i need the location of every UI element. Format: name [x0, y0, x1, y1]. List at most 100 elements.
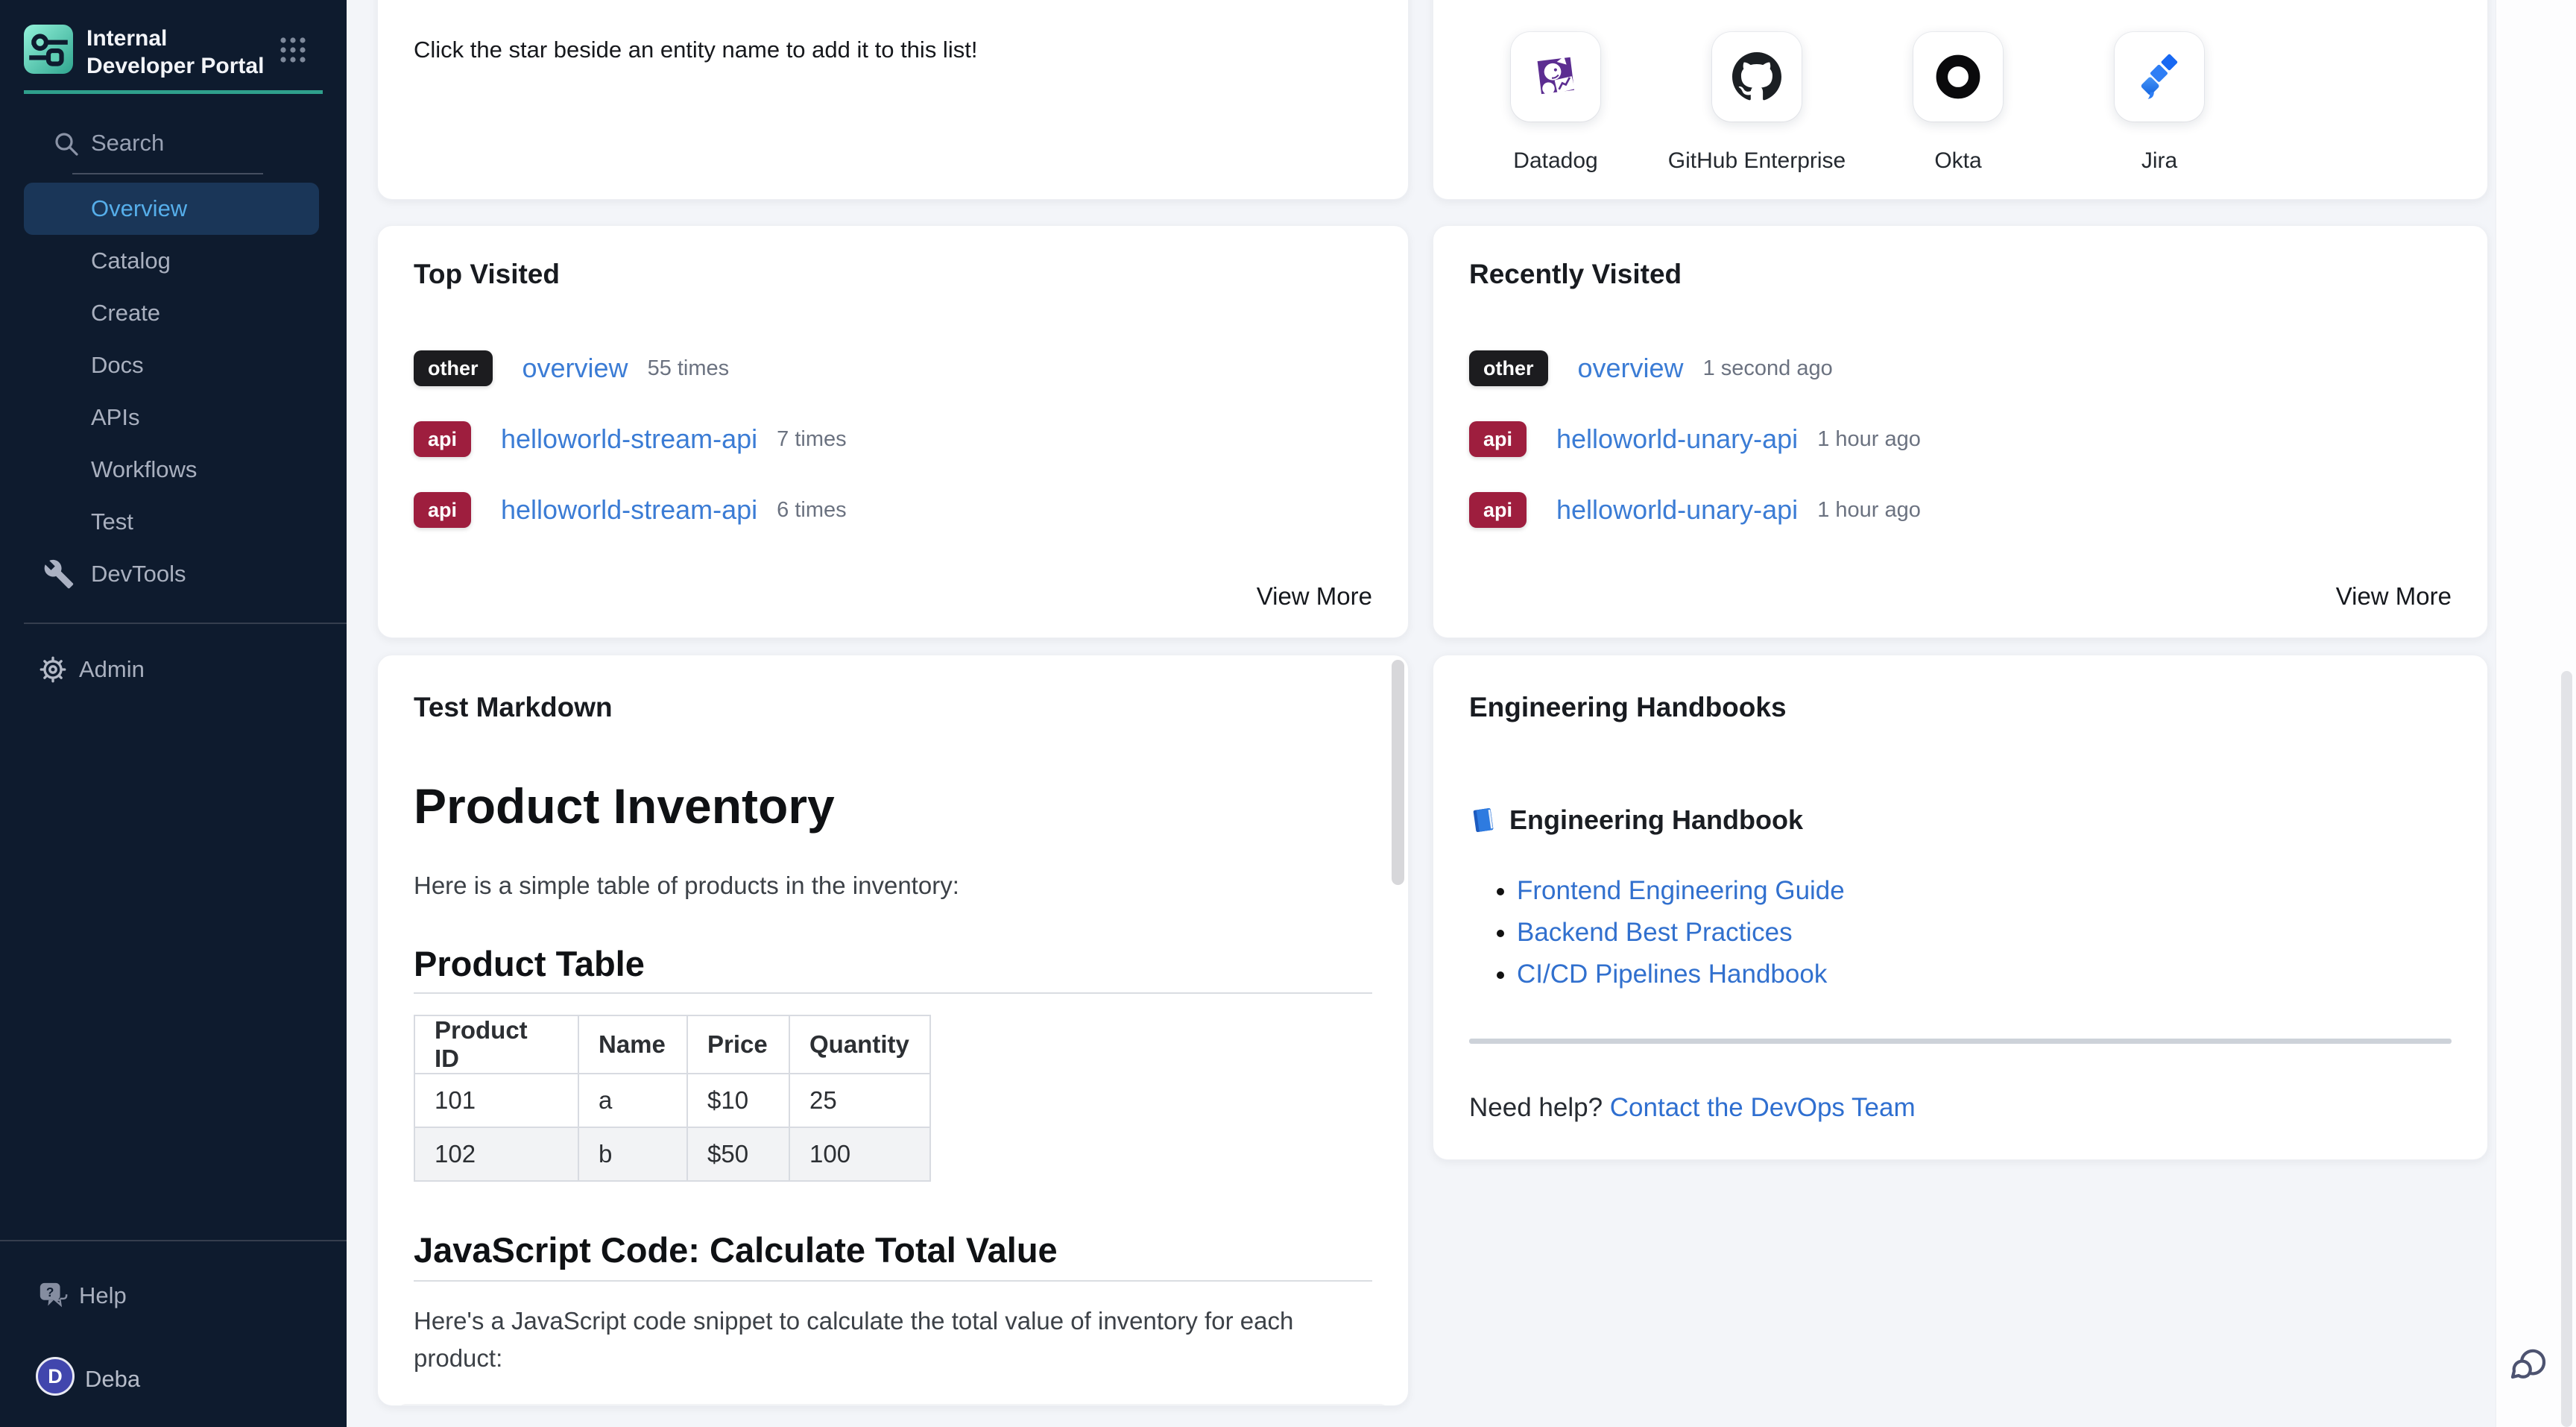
main-content: Click the star beside an entity name to …	[347, 0, 2576, 1427]
tool-tile	[1511, 32, 1600, 122]
brand-title: Internal Developer Portal	[86, 25, 265, 80]
sidebar-item-catalog[interactable]: Catalog	[0, 235, 347, 287]
markdown-paragraph: Here's a JavaScript code snippet to calc…	[414, 1302, 1372, 1377]
table-row: 101 a $10 25	[414, 1074, 930, 1127]
toolkit-item-okta[interactable]: Okta	[1857, 32, 2059, 174]
sidebar: Internal Developer Portal Search Overvie…	[0, 0, 347, 1427]
visit-count: 7 times	[777, 427, 846, 452]
list-item: Backend Best Practices	[1517, 912, 2452, 954]
need-help-text: Need help?	[1469, 1093, 1610, 1122]
visit-list: other overview 1 second ago api hellowor…	[1469, 350, 2452, 563]
engineering-handbooks-card: Engineering Handbooks Engineering Handbo…	[1433, 655, 2488, 1160]
sidebar-item-apis[interactable]: APIs	[0, 391, 347, 444]
sidebar-item-label: Overview	[91, 195, 187, 222]
top-visited-card: Top Visited other overview 55 times api …	[377, 225, 1409, 638]
visit-list: other overview 55 times api helloworld-s…	[414, 350, 1372, 563]
handbook-section-label: Engineering Handbook	[1509, 804, 1803, 836]
user-menu[interactable]: D Deba	[0, 1355, 347, 1403]
toolkit-item-github-enterprise[interactable]: GitHub Enterprise	[1656, 32, 1857, 174]
sidebar-item-overview[interactable]: Overview	[0, 183, 347, 235]
table-cell: 102	[414, 1127, 578, 1181]
entity-link[interactable]: overview	[1578, 353, 1684, 384]
heading-rule	[414, 1280, 1372, 1282]
feedback-chat-icon[interactable]	[2504, 1342, 2552, 1390]
github-icon	[1732, 52, 1781, 101]
tool-tile	[1712, 32, 1802, 122]
apps-grid-icon[interactable]	[279, 36, 307, 64]
card-title: Top Visited	[414, 259, 560, 290]
jira-icon	[2135, 52, 2184, 101]
markdown-body: Test Markdown Product Inventory Here is …	[414, 691, 1372, 1406]
brand-accent-divider	[24, 90, 323, 94]
heading-rule	[414, 992, 1372, 994]
visit-row: api helloworld-unary-api 1 hour ago	[1469, 492, 2452, 528]
card-title: Engineering Handbooks	[1469, 691, 2452, 724]
sidebar-item-admin[interactable]: Admin	[0, 643, 347, 696]
brand: Internal Developer Portal	[24, 25, 265, 80]
kind-badge: api	[414, 421, 471, 457]
list-item: Frontend Engineering Guide	[1517, 870, 2452, 912]
page-scrollbar-thumb[interactable]	[2561, 671, 2572, 1427]
view-more-link[interactable]: View More	[2336, 582, 2452, 611]
entity-link[interactable]: helloworld-unary-api	[1556, 423, 1798, 455]
tool-label: GitHub Enterprise	[1668, 148, 1846, 174]
sidebar-item-label: DevTools	[91, 561, 186, 588]
sidebar-item-create[interactable]: Create	[0, 287, 347, 339]
handbook-link[interactable]: Backend Best Practices	[1517, 918, 1793, 947]
sidebar-divider	[24, 623, 347, 624]
visit-count: 55 times	[648, 356, 730, 381]
tool-tile	[1913, 32, 2003, 122]
view-more-link[interactable]: View More	[1257, 582, 1372, 611]
entity-link[interactable]: helloworld-unary-api	[1556, 494, 1798, 526]
sidebar-item-label: Test	[91, 508, 133, 535]
visit-row: other overview 55 times	[414, 350, 1372, 386]
table-cell: 101	[414, 1074, 578, 1127]
sidebar-search[interactable]: Search	[0, 119, 347, 167]
app-window: Internal Developer Portal Search Overvie…	[0, 0, 2576, 1427]
section-rule	[1469, 1039, 2452, 1044]
toolkit-item-datadog[interactable]: Datadog	[1455, 32, 1656, 174]
sidebar-item-docs[interactable]: Docs	[0, 339, 347, 391]
visit-time: 1 hour ago	[1817, 498, 1921, 523]
table-header-cell: Price	[687, 1015, 789, 1074]
datadog-icon	[1531, 52, 1580, 101]
sidebar-item-workflows[interactable]: Workflows	[0, 444, 347, 496]
contact-devops-link[interactable]: Contact the DevOps Team	[1610, 1093, 1916, 1122]
tool-tile	[2115, 32, 2204, 122]
gear-icon	[37, 654, 69, 685]
table-header-cell: Product ID	[414, 1015, 578, 1074]
entity-link[interactable]: helloworld-stream-api	[501, 423, 757, 455]
card-title: Test Markdown	[414, 691, 1372, 724]
entity-link[interactable]: overview	[523, 353, 628, 384]
card-scrollbar-thumb[interactable]	[1392, 660, 1404, 885]
table-cell: b	[578, 1127, 687, 1181]
entity-link[interactable]: helloworld-stream-api	[501, 494, 757, 526]
search-label: Search	[91, 130, 164, 157]
tool-label: Jira	[2141, 148, 2177, 174]
kind-badge: api	[1469, 421, 1527, 457]
sidebar-divider	[0, 1240, 347, 1241]
markdown-h1: Product Inventory	[414, 778, 1372, 834]
visit-row: api helloworld-stream-api 7 times	[414, 421, 1372, 457]
table-header-cell: Name	[578, 1015, 687, 1074]
product-table: Product ID Name Price Quantity 101 a $10…	[414, 1015, 931, 1182]
visit-count: 6 times	[777, 498, 846, 523]
visit-row: api helloworld-stream-api 6 times	[414, 492, 1372, 528]
need-help-line: Need help? Contact the DevOps Team	[1469, 1093, 2452, 1123]
recently-visited-card: Recently Visited other overview 1 second…	[1433, 225, 2488, 638]
visit-time: 1 second ago	[1703, 356, 1833, 381]
portal-logo-icon	[24, 25, 73, 74]
sidebar-item-devtools[interactable]: DevTools	[0, 548, 347, 600]
table-cell: $50	[687, 1127, 789, 1181]
sidebar-item-test[interactable]: Test	[0, 496, 347, 548]
toolkit-item-jira[interactable]: Jira	[2059, 32, 2260, 174]
tool-label: Datadog	[1513, 148, 1597, 174]
visit-time: 1 hour ago	[1817, 427, 1921, 452]
handbook-link[interactable]: Frontend Engineering Guide	[1517, 876, 1845, 905]
handbook-link[interactable]: CI/CD Pipelines Handbook	[1517, 960, 1827, 989]
search-icon	[52, 130, 80, 158]
sidebar-item-help[interactable]: ? Help	[0, 1270, 347, 1322]
table-cell: a	[578, 1074, 687, 1127]
sidebar-item-label: Admin	[79, 656, 145, 683]
table-row: 102 b $50 100	[414, 1127, 930, 1181]
